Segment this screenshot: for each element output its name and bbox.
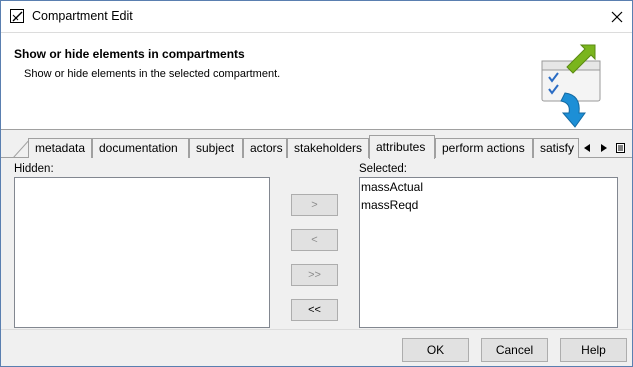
- selected-list[interactable]: massActual massReqd: [359, 177, 618, 328]
- tab-documentation[interactable]: documentation: [92, 138, 189, 158]
- list-item[interactable]: massReqd: [361, 198, 418, 212]
- compartment-edit-dialog: Compartment Edit Show or hide elements i…: [0, 0, 633, 367]
- window-title: Compartment Edit: [32, 9, 133, 23]
- tab-scroll-left-icon[interactable]: [581, 141, 593, 155]
- header-description: Show or hide elements in the selected co…: [24, 68, 281, 80]
- tab-scroll-right-icon[interactable]: [598, 141, 610, 155]
- add-button[interactable]: >: [291, 194, 338, 216]
- help-button[interactable]: Help: [560, 338, 627, 362]
- cancel-button[interactable]: Cancel: [481, 338, 548, 362]
- close-icon: [611, 11, 622, 22]
- remove-button[interactable]: <: [291, 229, 338, 251]
- compartment-graphic-icon: [541, 44, 601, 128]
- tab-stakeholders[interactable]: stakeholders: [287, 138, 369, 158]
- hidden-list[interactable]: [14, 177, 270, 328]
- tab-satisfy[interactable]: satisfy: [533, 138, 579, 158]
- tab-perform-actions[interactable]: perform actions: [435, 138, 533, 158]
- selected-label: Selected:: [359, 163, 407, 175]
- ok-button[interactable]: OK: [402, 338, 469, 362]
- dialog-header: Show or hide elements in compartments Sh…: [1, 32, 632, 130]
- header-title: Show or hide elements in compartments: [14, 47, 245, 61]
- tab-metadata[interactable]: metadata: [28, 138, 92, 158]
- tab-actors[interactable]: actors: [243, 138, 287, 158]
- remove-all-button[interactable]: <<: [291, 299, 338, 321]
- tab-list-icon[interactable]: [614, 141, 626, 155]
- title-bar: Compartment Edit: [1, 1, 632, 32]
- tab-strip: metadata documentation subject actors st…: [1, 131, 632, 159]
- hidden-label: Hidden:: [14, 163, 54, 175]
- close-button[interactable]: [601, 1, 632, 32]
- tab-attributes[interactable]: attributes: [369, 135, 435, 159]
- add-all-button[interactable]: >>: [291, 264, 338, 286]
- list-item[interactable]: massActual: [361, 180, 423, 194]
- app-icon: [10, 9, 24, 23]
- tab-subject[interactable]: subject: [189, 138, 243, 158]
- dialog-footer: OK Cancel Help: [1, 329, 632, 366]
